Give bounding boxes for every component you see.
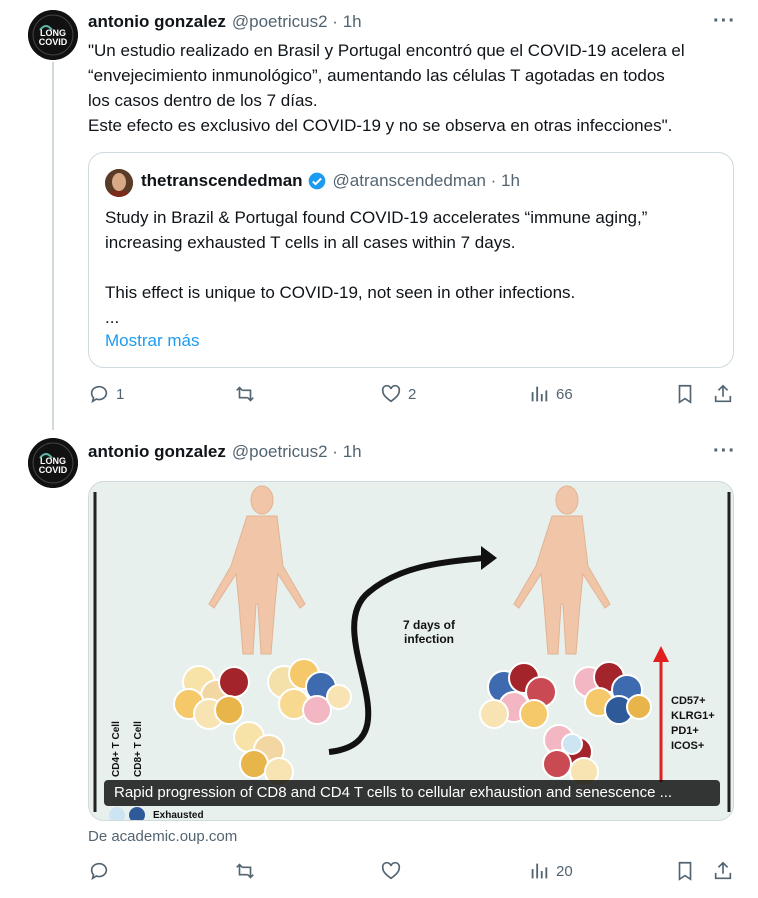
quote-avatar[interactable] [105, 169, 133, 197]
long-covid-logo-icon: LONG COVID [28, 438, 78, 488]
share-button[interactable] [712, 383, 734, 405]
tweet-actions: 1 2 66 [88, 383, 738, 413]
thread-connector-line [52, 62, 54, 430]
author-handle[interactable]: @poetricus2 · 1h [232, 12, 362, 32]
more-options-icon[interactable]: ··· [713, 10, 736, 33]
arrow-label-2: infection [404, 632, 454, 646]
verified-badge-icon [308, 172, 325, 190]
author-name[interactable]: antonio gonzalez [88, 442, 226, 462]
axis-label-cd8: CD8+ T Cell [133, 721, 144, 777]
share-icon [714, 861, 732, 880]
reply-button[interactable] [88, 860, 116, 882]
bookmark-button[interactable] [674, 383, 696, 405]
views-button[interactable]: 66 [528, 383, 573, 405]
avatar[interactable]: LONG COVID [28, 438, 78, 488]
long-covid-logo-icon: LONG COVID [28, 10, 78, 60]
more-options-icon[interactable]: ··· [713, 440, 736, 463]
show-more-link[interactable]: Mostrar más [105, 331, 199, 351]
avatar-text-bottom: COVID [39, 465, 68, 475]
views-chart-icon [531, 863, 548, 879]
link-source[interactable]: De academic.oup.com [88, 828, 237, 845]
marker-cd57: CD57+ [671, 695, 706, 707]
portrait-avatar-icon [105, 169, 133, 197]
author-handle[interactable]: @poetricus2 · 1h [232, 442, 362, 462]
bookmark-icon [678, 384, 692, 404]
quote-author-name[interactable]: thetranscendedman [141, 171, 303, 191]
tweet-image[interactable]: 7 days of infection CD57+ KLRG1+ PD1+ IC… [88, 481, 734, 821]
tweet-header: antonio gonzalez @poetricus2 · 1h [88, 440, 362, 464]
marker-klrg1: KLRG1+ [671, 710, 715, 722]
retweet-icon [236, 863, 254, 879]
retweet-button[interactable] [234, 383, 262, 405]
marker-pd1: PD1+ [671, 725, 699, 737]
reply-icon [90, 862, 108, 881]
reply-count: 1 [116, 385, 125, 403]
quoted-tweet[interactable]: thetranscendedman @atranscendedman · 1h … [88, 152, 734, 368]
retweet-button[interactable] [234, 860, 262, 882]
tweet-text: "Un estudio realizado en Brasil y Portug… [88, 41, 685, 135]
arrow-label-1: 7 days of [403, 618, 456, 632]
immune-aging-illustration: 7 days of infection CD57+ KLRG1+ PD1+ IC… [89, 482, 733, 821]
quote-text: Study in Brazil & Portugal found COVID-1… [105, 208, 648, 327]
quote-author-handle[interactable]: @atranscendedman · 1h [333, 171, 520, 191]
views-chart-icon [531, 386, 548, 402]
avatar[interactable]: LONG COVID [28, 10, 78, 60]
bookmark-icon [678, 861, 692, 881]
reply-icon [90, 385, 108, 404]
author-name[interactable]: antonio gonzalez [88, 12, 226, 32]
reply-button[interactable]: 1 [88, 383, 124, 405]
tweet-header: antonio gonzalez @poetricus2 · 1h [88, 10, 362, 34]
like-button[interactable] [380, 860, 408, 882]
like-count: 2 [408, 385, 417, 403]
tweet-actions: 20 [88, 860, 738, 890]
views-count: 20 [556, 862, 573, 880]
views-button[interactable]: 20 [528, 860, 573, 882]
axis-label-cd4: CD4+ T Cell [111, 721, 122, 777]
heart-icon [381, 384, 401, 403]
image-caption: Rapid progression of CD8 and CD4 T cells… [104, 780, 720, 806]
views-count: 66 [556, 385, 573, 403]
heart-icon [381, 861, 401, 880]
quote-header: thetranscendedman @atranscendedman · 1h [141, 171, 520, 191]
avatar-text-bottom: COVID [39, 37, 68, 47]
share-button[interactable] [712, 860, 734, 882]
share-icon [714, 384, 732, 403]
legend-exhausted: Exhausted [153, 810, 204, 821]
like-button[interactable]: 2 [380, 383, 416, 405]
marker-icos: ICOS+ [671, 740, 704, 752]
retweet-icon [236, 386, 254, 402]
bookmark-button[interactable] [674, 860, 696, 882]
